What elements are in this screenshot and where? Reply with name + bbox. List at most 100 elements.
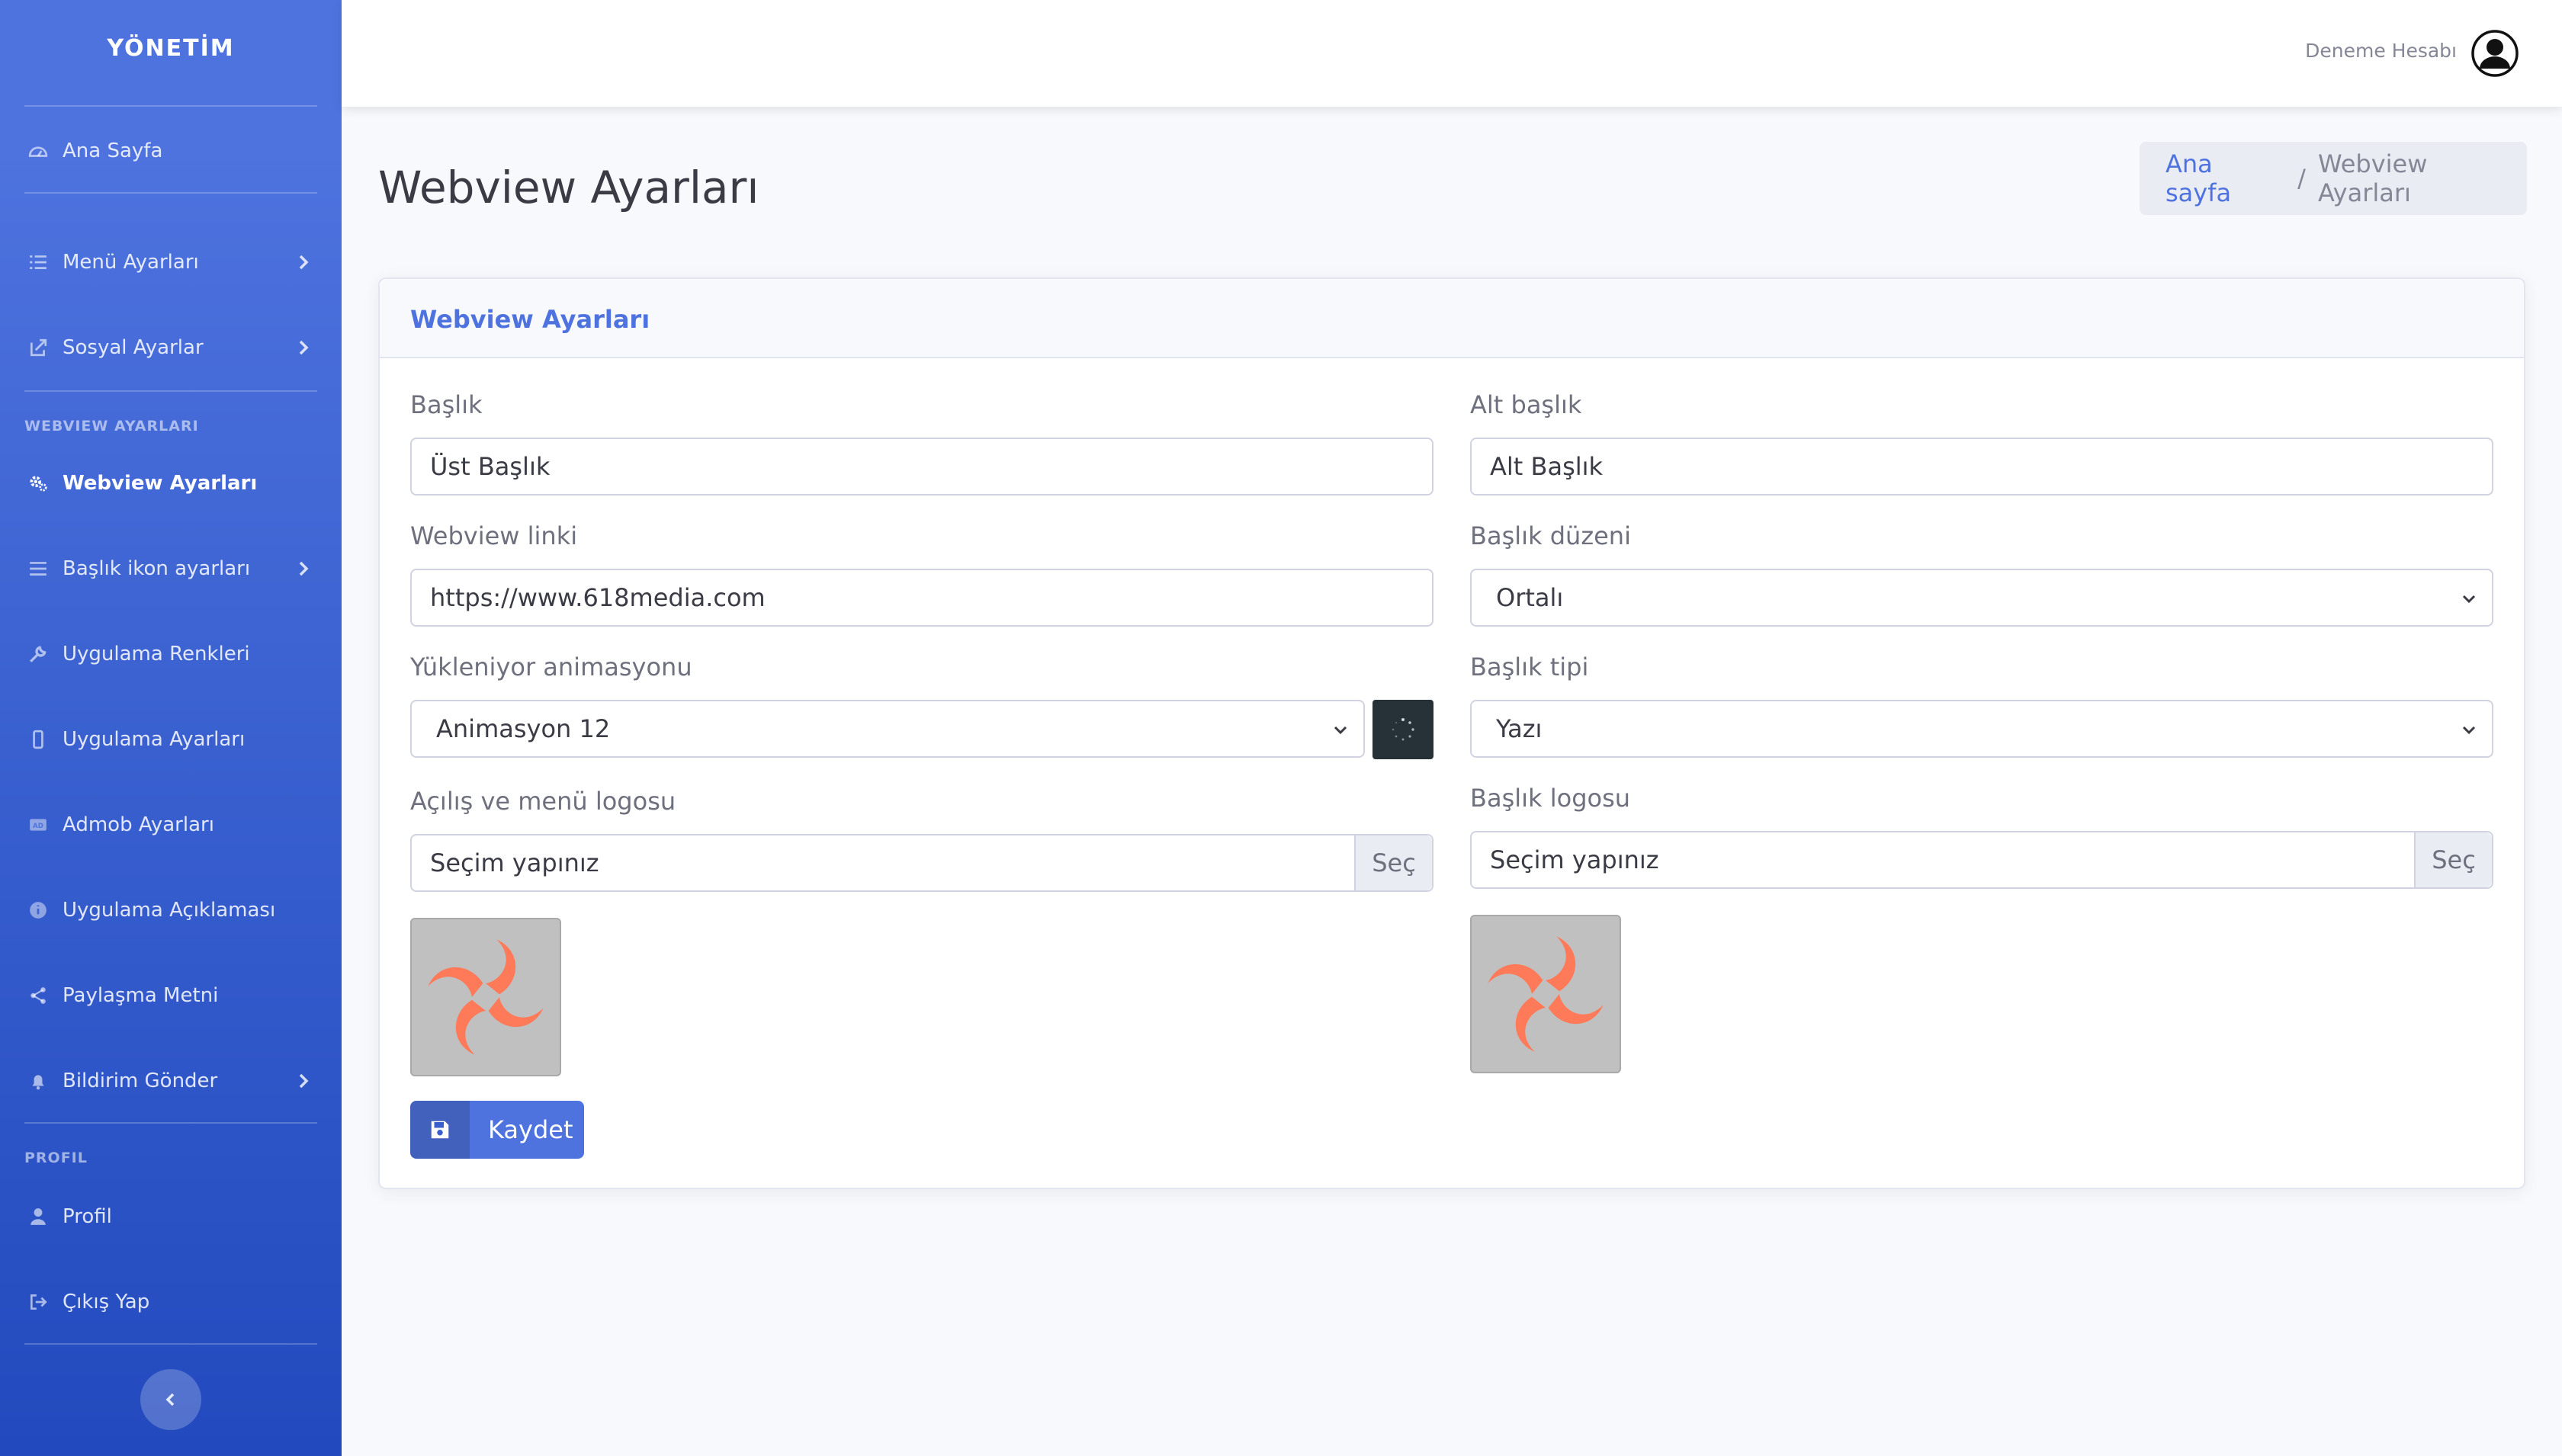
brand-title[interactable]: YÖNETİM — [0, 35, 342, 62]
sidebar-divider — [24, 390, 317, 392]
save-button[interactable]: Kaydet — [410, 1101, 584, 1159]
swirl-logo-icon — [428, 939, 544, 1055]
sidebar-item-admob-ayarlari[interactable]: AD Admob Ayarları — [24, 802, 317, 848]
breadcrumb-separator: / — [2297, 164, 2306, 193]
topbar: Deneme Hesabı — [342, 0, 2562, 107]
acilis-logo-file-input[interactable]: Seçim yapınız Seç — [410, 834, 1434, 892]
sidebar-toggle-button[interactable] — [140, 1369, 201, 1430]
sidebar-divider — [24, 1343, 317, 1345]
sidebar-heading: WEBVIEW AYARLARI — [24, 418, 199, 435]
alt-baslik-input[interactable]: Alt Başlık — [1470, 438, 2493, 495]
sidebar-item-label: Uygulama Açıklaması — [63, 899, 276, 922]
bars-icon — [24, 555, 52, 582]
baslik-duzeni-select[interactable]: Ortalı — [1470, 569, 2493, 627]
acilis-logo-label: Açılış ve menü logosu — [410, 787, 676, 816]
select-value: Animasyon 12 — [436, 714, 611, 743]
user-icon — [24, 1203, 52, 1230]
file-select-button[interactable]: Seç — [1354, 835, 1432, 890]
sidebar-item-webview-ayarlari[interactable]: Webview Ayarları — [24, 460, 317, 506]
sidebar-item-bildirim-gonder[interactable]: Bildirim Gönder — [24, 1058, 317, 1104]
acilis-logo-preview — [410, 918, 561, 1076]
breadcrumb-current: Webview Ayarları — [2317, 149, 2428, 207]
chevron-left-icon — [165, 1393, 175, 1406]
save-icon — [410, 1101, 470, 1159]
baslik-logo-label: Başlık logosu — [1470, 784, 1631, 813]
save-button-label: Kaydet — [488, 1115, 573, 1144]
share-square-icon — [24, 334, 52, 361]
baslik-tipi-label: Başlık tipi — [1470, 653, 1589, 681]
sidebar-item-label: Admob Ayarları — [63, 813, 214, 836]
breadcrumb-home-link[interactable]: Ana sayfa — [2166, 149, 2285, 207]
sidebar-item-label: Menü Ayarları — [63, 251, 199, 274]
yukleniyor-animasyonu-label: Yükleniyor animasyonu — [410, 653, 692, 681]
sidebar-item-label: Paylaşma Metni — [63, 984, 219, 1007]
sidebar-item-label: Ana Sayfa — [63, 140, 163, 162]
file-placeholder: Seçim yapınız — [430, 848, 599, 877]
sidebar-divider — [24, 1122, 317, 1124]
file-placeholder: Seçim yapınız — [1490, 845, 1659, 874]
baslik-label: Başlık — [410, 390, 483, 419]
webview-linki-label: Webview linki — [410, 521, 578, 550]
webview-linki-input[interactable]: https://www.618media.com — [410, 569, 1434, 627]
alt-baslik-label: Alt başlık — [1470, 390, 1582, 419]
sidebar-item-cikis-yap[interactable]: Çıkış Yap — [24, 1279, 317, 1325]
sidebar-item-label: Uygulama Renkleri — [63, 643, 250, 665]
wrench-icon — [24, 640, 52, 668]
chevron-right-icon — [299, 340, 309, 355]
baslik-logo-preview — [1470, 915, 1621, 1073]
sidebar-item-label: Bildirim Gönder — [63, 1070, 218, 1092]
sidebar-item-uygulama-renkleri[interactable]: Uygulama Renkleri — [24, 631, 317, 677]
page-title: Webview Ayarları — [378, 162, 759, 213]
file-select-button[interactable]: Seç — [2414, 832, 2492, 887]
sidebar-item-profil[interactable]: Profil — [24, 1194, 317, 1240]
swirl-logo-icon — [1488, 936, 1604, 1052]
sidebar-item-label: Başlık ikon ayarları — [63, 557, 251, 580]
sidebar-divider — [24, 192, 317, 194]
sidebar-item-label: Uygulama Ayarları — [63, 728, 246, 751]
list-icon — [24, 249, 52, 276]
svg-text:AD: AD — [33, 823, 43, 830]
yukleniyor-animasyonu-select[interactable]: Animasyon 12 — [410, 700, 1365, 758]
sidebar-heading: PROFIL — [24, 1150, 88, 1166]
sidebar-divider — [24, 105, 317, 107]
chevron-right-icon — [299, 561, 309, 576]
ad-icon: AD — [24, 811, 52, 839]
cogs-icon — [24, 470, 52, 497]
baslik-tipi-select[interactable]: Yazı — [1470, 700, 2493, 758]
sidebar-item-label: Webview Ayarları — [63, 472, 258, 495]
sidebar: YÖNETİM Ana Sayfa Menü Ayarları Sosyal A… — [0, 0, 342, 1456]
bell-icon — [24, 1067, 52, 1095]
sidebar-item-label: Sosyal Ayarlar — [63, 336, 204, 359]
select-value: Yazı — [1496, 714, 1543, 743]
settings-card: Webview Ayarları Başlık Üst Başlık Webvi… — [378, 277, 2525, 1189]
sidebar-item-sosyal-ayarlar[interactable]: Sosyal Ayarlar — [24, 325, 317, 370]
sidebar-item-uygulama-ayarlari[interactable]: Uygulama Ayarları — [24, 717, 317, 762]
chevron-right-icon — [299, 255, 309, 270]
sidebar-item-ana-sayfa[interactable]: Ana Sayfa — [24, 128, 317, 174]
chevron-down-icon — [2462, 595, 2476, 604]
dashboard-icon — [24, 137, 52, 165]
mobile-icon — [24, 726, 52, 753]
baslik-input[interactable]: Üst Başlık — [410, 438, 1434, 495]
chevron-down-icon — [2462, 726, 2476, 735]
card-header: Webview Ayarları — [380, 279, 2524, 358]
share-alt-icon — [24, 982, 52, 1009]
loading-spinner-preview — [1372, 700, 1434, 759]
baslik-logo-file-input[interactable]: Seçim yapınız Seç — [1470, 831, 2493, 889]
sidebar-item-menu-ayarlari[interactable]: Menü Ayarları — [24, 239, 317, 285]
sidebar-item-baslik-ikon-ayarlari[interactable]: Başlık ikon ayarları — [24, 546, 317, 592]
chevron-down-icon — [1334, 726, 1347, 735]
user-name[interactable]: Deneme Hesabı — [2305, 40, 2457, 62]
info-circle-icon — [24, 896, 52, 924]
sidebar-item-label: Profil — [63, 1205, 112, 1228]
spinner-icon — [1392, 718, 1414, 741]
sign-out-icon — [24, 1288, 52, 1316]
avatar-icon[interactable] — [2470, 29, 2519, 78]
sidebar-item-uygulama-aciklamasi[interactable]: Uygulama Açıklaması — [24, 887, 317, 933]
baslik-duzeni-label: Başlık düzeni — [1470, 521, 1631, 550]
chevron-right-icon — [299, 1073, 309, 1089]
card-title: Webview Ayarları — [410, 305, 650, 334]
sidebar-item-paylasma-metni[interactable]: Paylaşma Metni — [24, 973, 317, 1018]
breadcrumb: Ana sayfa / Webview Ayarları — [2140, 142, 2527, 215]
select-value: Ortalı — [1496, 583, 1564, 612]
